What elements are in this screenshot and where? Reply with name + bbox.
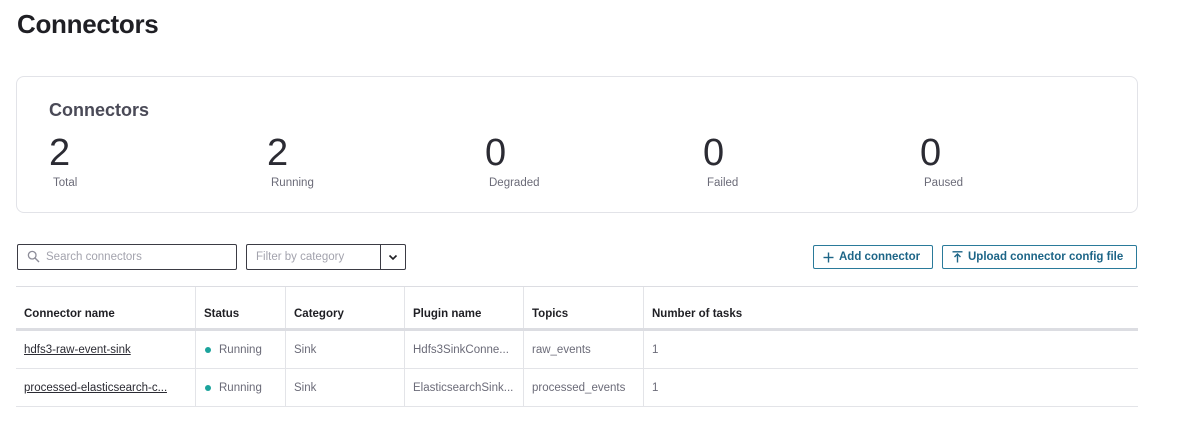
stat-paused: 0 Paused	[920, 131, 1120, 189]
plus-icon	[823, 252, 834, 263]
stat-value: 0	[920, 132, 942, 174]
column-header-plugin-name[interactable]: Plugin name	[405, 287, 524, 328]
running-status-dot-icon	[205, 384, 211, 391]
status-text: Running	[219, 343, 262, 356]
upload-connector-config-button[interactable]: Upload connector config file	[942, 245, 1137, 269]
connector-name-cell: hdfs3-raw-event-sink	[16, 331, 196, 368]
stat-label: Paused	[924, 177, 964, 189]
category-cell: Sink	[286, 331, 405, 368]
category-filter-placeholder: Filter by category	[256, 251, 345, 263]
connector-name-link[interactable]: hdfs3-raw-event-sink	[24, 344, 131, 356]
table-row: hdfs3-raw-event-sink Running Sink Hdfs3S…	[16, 331, 1138, 369]
plugin-name-cell: Hdfs3SinkConne...	[405, 331, 524, 368]
search-connectors-field[interactable]	[17, 244, 237, 270]
column-header-topics[interactable]: Topics	[524, 287, 644, 328]
upload-connector-config-label: Upload connector config file	[968, 251, 1124, 263]
page-title: Connectors	[17, 9, 159, 39]
plugin-name-text: ElasticsearchSink...	[413, 381, 514, 394]
column-header-number-of-tasks[interactable]: Number of tasks	[644, 287, 1138, 328]
column-header-status[interactable]: Status	[196, 287, 286, 328]
column-header-category[interactable]: Category	[286, 287, 405, 328]
add-connector-button[interactable]: Add connector	[813, 245, 933, 269]
stat-label: Running	[271, 177, 314, 189]
connectors-summary-card: Connectors 2 Total 2 Running 0 Degraded …	[16, 76, 1138, 213]
table-header-row: Connector name Status Category Plugin na…	[16, 287, 1138, 331]
status-text: Running	[219, 381, 262, 394]
running-status-dot-icon	[205, 346, 211, 353]
add-connector-label: Add connector	[839, 251, 921, 263]
connector-name-cell: processed-elasticsearch-c...	[16, 369, 196, 406]
stat-value: 2	[267, 132, 289, 174]
upload-icon	[952, 251, 963, 263]
topics-cell: processed_events	[524, 369, 644, 406]
status-cell: Running	[196, 331, 286, 368]
stat-value: 2	[49, 132, 71, 174]
stat-label: Degraded	[489, 177, 540, 189]
search-icon	[27, 250, 41, 264]
topics-cell: raw_events	[524, 331, 644, 368]
plugin-name-text: Hdfs3SinkConne...	[413, 343, 509, 356]
connector-name-link[interactable]: processed-elasticsearch-c...	[24, 382, 167, 394]
stat-label: Total	[53, 177, 78, 189]
table-row: processed-elasticsearch-c... Running Sin…	[16, 369, 1138, 407]
column-header-connector-name[interactable]: Connector name	[16, 287, 196, 328]
summary-title: Connectors	[49, 100, 150, 120]
tasks-cell: 1	[652, 381, 659, 394]
stat-failed: 0 Failed	[703, 131, 903, 189]
chevron-down-icon[interactable]	[380, 245, 405, 269]
stat-total: 2 Total	[49, 131, 249, 189]
stat-value: 0	[703, 132, 725, 174]
connectors-table: Connector name Status Category Plugin na…	[16, 286, 1138, 407]
tasks-cell: 1	[652, 343, 659, 356]
plugin-name-cell: ElasticsearchSink...	[405, 369, 524, 406]
category-filter-select[interactable]: Filter by category	[246, 244, 406, 270]
search-connectors-input[interactable]	[46, 251, 216, 263]
stat-value: 0	[485, 132, 507, 174]
stat-degraded: 0 Degraded	[485, 131, 685, 189]
stat-label: Failed	[707, 177, 739, 189]
status-cell: Running	[196, 369, 286, 406]
category-cell: Sink	[286, 369, 405, 406]
stat-running: 2 Running	[267, 131, 467, 189]
